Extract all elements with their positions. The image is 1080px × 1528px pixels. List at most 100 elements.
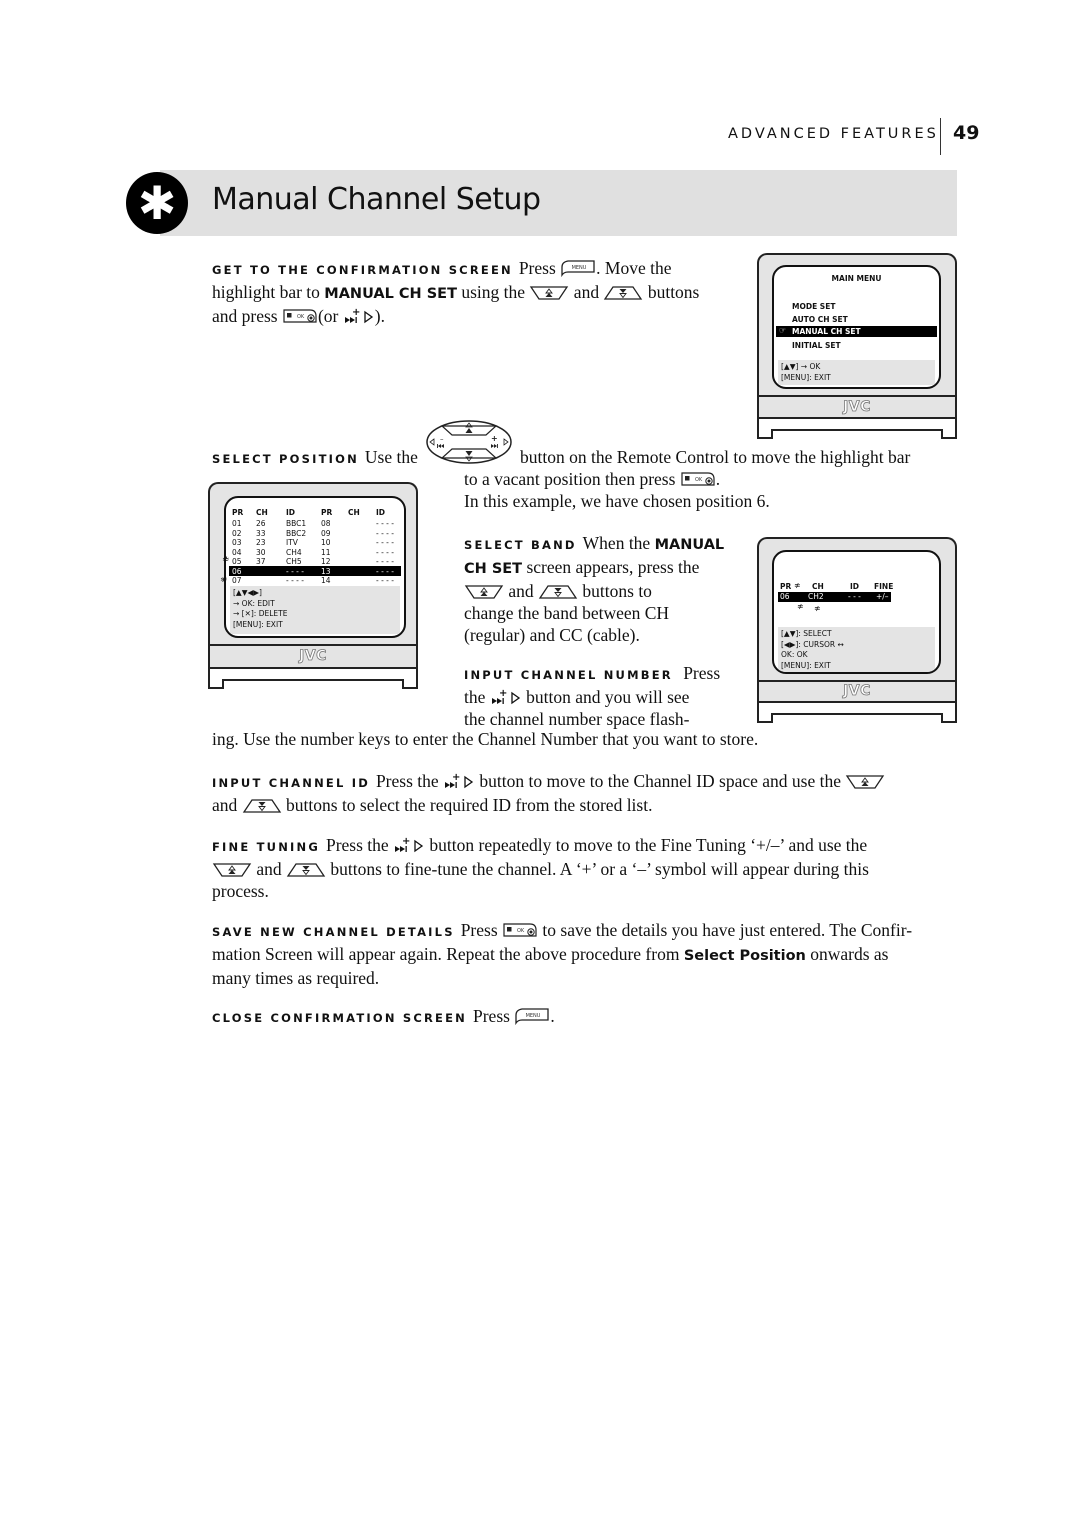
running-head-section: ADVANCED FEATURES [728, 126, 939, 142]
table-cell: 09 [321, 528, 331, 538]
table-cell: 08 [321, 519, 331, 528]
help-line: → [✕]: DELETE [233, 609, 288, 618]
tv-bezel-line [759, 680, 955, 682]
col-header: PR [232, 508, 244, 517]
remote-dpad-icon: – + [424, 418, 514, 466]
text: highlight bar to [212, 282, 320, 302]
tv-help-box: [▲▼] → OK [MENU]: EXIT [778, 360, 935, 385]
text: and [256, 859, 282, 879]
text: ing. Use the number keys to enter the Ch… [212, 729, 759, 749]
section-lead: SAVE NEW CHANNEL DETAILS [212, 925, 455, 939]
table-cell: CH4 [286, 547, 302, 557]
table-cell: 02 [232, 528, 242, 538]
ok-key-icon [502, 921, 538, 939]
table-cell: 03 [232, 538, 242, 547]
menu-item-auto-ch-set: AUTO CH SET [792, 315, 848, 324]
menu-item-mode-set: MODE SET [792, 302, 836, 311]
help-line: OK: OK [781, 650, 808, 659]
table-cell: - - - - [376, 547, 394, 557]
svg-text:+: + [491, 434, 498, 443]
table-cell: 33 [256, 528, 266, 538]
table-cell: 12 [321, 557, 331, 566]
text: onwards as [810, 944, 889, 964]
jvc-logo: JVC [843, 399, 871, 416]
text: When the [582, 533, 651, 553]
text: ). [374, 306, 385, 326]
help-line: [◀▶]: CURSOR ↔ [781, 639, 844, 649]
text: screen appears, press the [526, 557, 700, 577]
text: . [715, 469, 721, 489]
text: the channel number space flash- [464, 709, 690, 729]
text: Press the [325, 835, 389, 855]
flash-indicator-icon: ≉ [222, 555, 230, 565]
table-cell: 01 [232, 519, 242, 528]
tv-screen: PR ≉ CH ID FINE 06 CH2 - - - +/– ≉ ≉ [▲▼… [772, 550, 941, 674]
col-header: PR [321, 508, 333, 517]
tv-main-menu: MAIN MENU MODE SET AUTO CH SET ☞ MANUAL … [757, 253, 957, 439]
text: In this example, we have chosen position… [464, 491, 770, 511]
text: and [508, 581, 534, 601]
col-header: ID [286, 508, 296, 517]
jvc-logo: JVC [299, 648, 327, 665]
help-line: [MENU]: EXIT [781, 372, 831, 382]
tv-manual-ch-set: PR ≉ CH ID FINE 06 CH2 - - - +/– ≉ ≉ [▲▼… [757, 537, 957, 723]
section-save: SAVE NEW CHANNEL DETAILS Press to save th… [212, 919, 972, 989]
tv-help-box: [▲▼◀▶] → OK: EDIT → [✕]: DELETE [MENU]: … [230, 586, 400, 634]
cell-pr: 06 [780, 592, 790, 601]
section-lead: SELECT POSITION [212, 452, 359, 466]
table-cell: 37 [256, 557, 266, 566]
section-close: CLOSE CONFIRMATION SCREEN Press . [212, 1005, 972, 1029]
section-input-channel-id: INPUT CHANNEL ID Press the button to move… [212, 770, 972, 816]
table-cell: 10 [321, 538, 331, 547]
selected-channel-row: 06 CH2 - - - +/– [778, 592, 891, 602]
table-cell: - - - - [376, 566, 394, 576]
flash-indicator-icon: ≉ [797, 602, 804, 611]
text: buttons to fine-tune the channel. A ‘+’ … [330, 859, 869, 879]
text: buttons [647, 282, 700, 302]
text: button on the Remote Control to move the… [520, 447, 911, 467]
text: to a vacant position then press [464, 469, 676, 489]
section-input-channel-number: INPUT CHANNEL NUMBER Press the button an… [464, 662, 764, 730]
text: . [550, 1006, 555, 1026]
help-line: [▲▼] → OK [781, 362, 821, 371]
asterisk-icon: ✱ [126, 172, 188, 234]
help-line: [▲▼◀▶] [233, 588, 262, 597]
text: and press [212, 306, 278, 326]
help-line: [MENU]: EXIT [781, 660, 831, 670]
text: the [464, 687, 486, 707]
tv-bezel-line [759, 395, 955, 397]
table-cell: - - - - [376, 519, 394, 528]
text: mation Screen will appear again. Repeat … [212, 944, 680, 964]
down-key-icon [603, 285, 643, 301]
table-cell: BBC1 [286, 519, 307, 528]
keyword: MANUAL CH SET [324, 286, 457, 302]
col-header-ch: CH [812, 582, 824, 591]
page-number: 49 [953, 122, 980, 144]
table-cell: 30 [256, 547, 266, 557]
section-lead: FINE TUNING [212, 840, 320, 854]
up-key-icon [464, 584, 504, 600]
col-header: ID [376, 508, 386, 517]
text: buttons to select the required ID from t… [286, 795, 653, 815]
text: button repeatedly to move to the Fine Tu… [429, 835, 868, 855]
text: to save the details you have just entere… [542, 920, 913, 940]
flash-indicator-icon: ≉ [794, 581, 801, 590]
table-cell: 06 [232, 566, 242, 576]
fast-forward-right-icon [393, 836, 425, 854]
text: and [212, 795, 238, 815]
section-input-channel-number-cont: ing. Use the number keys to enter the Ch… [212, 728, 972, 750]
keyword: Select Position [683, 948, 806, 964]
table-cell: 07 [232, 576, 242, 585]
tv-stand [757, 417, 957, 439]
col-header: CH [256, 508, 268, 517]
table-cell: 05 [232, 557, 242, 566]
fast-forward-right-icon [343, 307, 375, 325]
col-header-pr: PR [780, 582, 792, 591]
table-cell: - - - - [286, 566, 304, 576]
ok-key-icon [282, 307, 318, 325]
menu-key-icon [514, 1007, 550, 1025]
table-cell: 11 [321, 547, 331, 557]
table-cell: - - - - [376, 538, 394, 547]
help-line: [MENU]: EXIT [233, 619, 283, 629]
tv-screen: MAIN MENU MODE SET AUTO CH SET ☞ MANUAL … [772, 265, 941, 389]
